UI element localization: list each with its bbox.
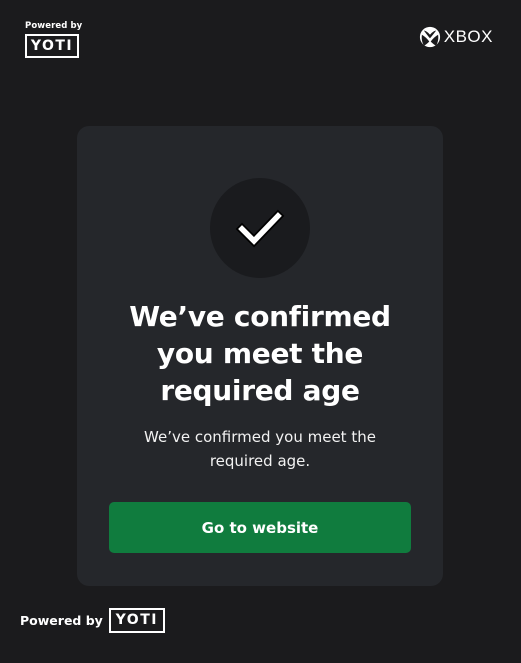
powered-by-yoti-badge-top: Powered by YOTI: [25, 21, 83, 58]
checkmark-icon: [235, 209, 285, 248]
yoti-logo: YOTI: [108, 608, 165, 633]
xbox-sphere-icon: [419, 26, 440, 48]
powered-by-yoti-badge-bottom: Powered by YOTI: [20, 608, 165, 633]
xbox-logo: XBOX: [419, 26, 493, 48]
confirmation-title: We’ve confirmed you meet the required ag…: [129, 300, 391, 407]
powered-by-label: Powered by: [25, 21, 83, 31]
powered-by-label: Powered by: [20, 613, 103, 628]
yoti-logo: YOTI: [25, 34, 79, 58]
confirmation-card: We’ve confirmed you meet the required ag…: [77, 126, 443, 586]
go-to-website-button[interactable]: Go to website: [109, 502, 411, 553]
confirmation-description: We’ve confirmed you meet the required ag…: [144, 428, 376, 470]
xbox-wordmark: XBOX: [443, 27, 493, 46]
success-badge: [210, 178, 310, 278]
